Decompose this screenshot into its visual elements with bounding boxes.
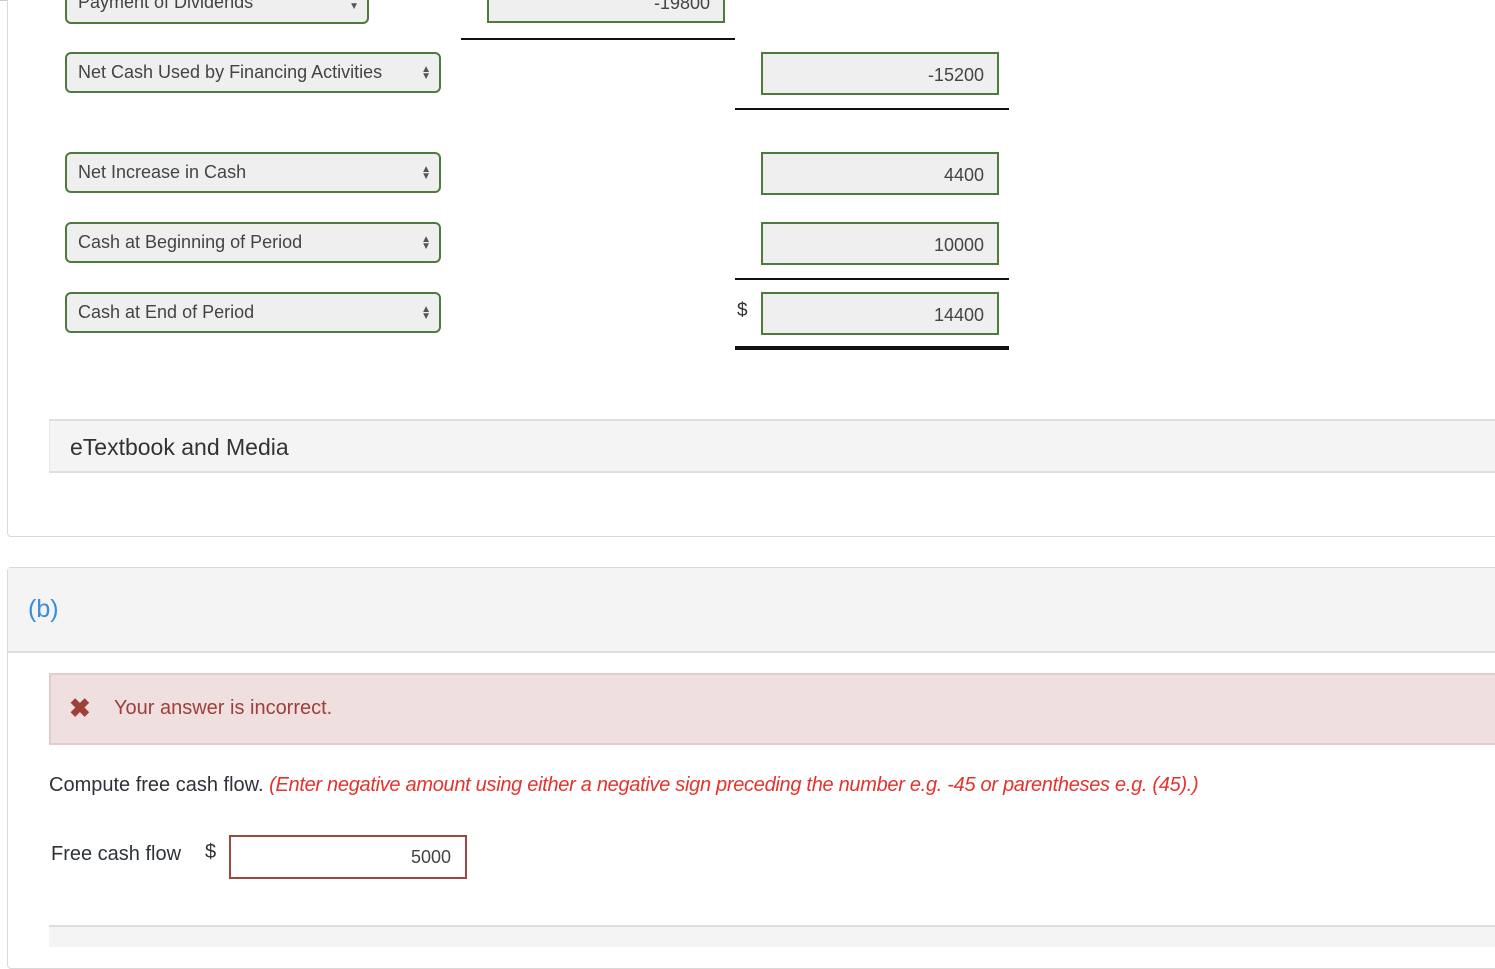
- amount-input-net-cash-financing[interactable]: -15200: [761, 52, 999, 95]
- select-arrows-icon: ▲ ▼: [421, 233, 431, 252]
- amount-input-net-increase-in-cash[interactable]: 4400: [761, 152, 999, 195]
- subtotal-rule: [735, 278, 1009, 280]
- amount-value: -19800: [653, 0, 710, 13]
- select-arrows-icon: ▲ ▼: [421, 303, 431, 322]
- line-item-select-cash-end[interactable]: Cash at End of Period ▲ ▼: [65, 292, 441, 333]
- select-value: Cash at Beginning of Period: [78, 232, 303, 252]
- alert-message: Your answer is incorrect.: [114, 697, 333, 719]
- free-cash-flow-label: Free cash flow: [51, 843, 182, 865]
- free-cash-flow-input[interactable]: 5000: [229, 835, 467, 879]
- line-item-select-payment-of-dividends[interactable]: Payment of Dividends ▼: [65, 0, 369, 24]
- select-value: Net Cash Used by Financing Activities: [78, 62, 383, 82]
- x-icon: ✖: [69, 693, 91, 723]
- amount-value: 4400: [943, 165, 984, 185]
- dropdown-arrow-icon: ▼: [349, 1, 359, 12]
- etextbook-and-media-link[interactable]: eTextbook and Media: [49, 419, 1495, 473]
- free-cash-flow-value: 5000: [410, 847, 451, 867]
- part-label: (b): [28, 595, 59, 623]
- subtotal-rule: [461, 38, 735, 40]
- part-b-header: [8, 568, 1495, 653]
- amount-input-cash-end[interactable]: 14400: [761, 292, 999, 335]
- currency-symbol: $: [205, 841, 217, 863]
- subtotal-rule: [735, 108, 1009, 110]
- amount-value: -15200: [927, 65, 984, 85]
- prompt-hint: (Enter negative amount using either a ne…: [269, 774, 1199, 796]
- line-item-select-net-cash-financing[interactable]: Net Cash Used by Financing Activities ▲ ▼: [65, 52, 441, 93]
- select-arrows-icon: ▲ ▼: [421, 163, 431, 182]
- amount-value: 10000: [933, 235, 984, 255]
- select-value: Payment of Dividends: [78, 0, 254, 12]
- question-prompt: Compute free cash flow. (Enter negative …: [49, 774, 1199, 797]
- prompt-text: Compute free cash flow.: [49, 774, 264, 796]
- line-item-select-net-increase-in-cash[interactable]: Net Increase in Cash ▲ ▼: [65, 152, 441, 193]
- select-value: Net Increase in Cash: [78, 162, 247, 182]
- incorrect-answer-alert: ✖ Your answer is incorrect.: [49, 673, 1495, 745]
- amount-input-payment-of-dividends[interactable]: -19800: [487, 0, 725, 23]
- line-item-select-cash-beginning[interactable]: Cash at Beginning of Period ▲ ▼: [65, 222, 441, 263]
- amount-value: 14400: [933, 305, 984, 325]
- select-value: Cash at End of Period: [78, 302, 255, 322]
- etextbook-label: eTextbook and Media: [70, 434, 289, 460]
- currency-symbol: $: [737, 300, 748, 321]
- select-arrows-icon: ▲ ▼: [421, 63, 431, 82]
- next-section-bar: [49, 925, 1495, 947]
- amount-input-cash-beginning[interactable]: 10000: [761, 222, 999, 265]
- total-double-rule: [735, 346, 1009, 350]
